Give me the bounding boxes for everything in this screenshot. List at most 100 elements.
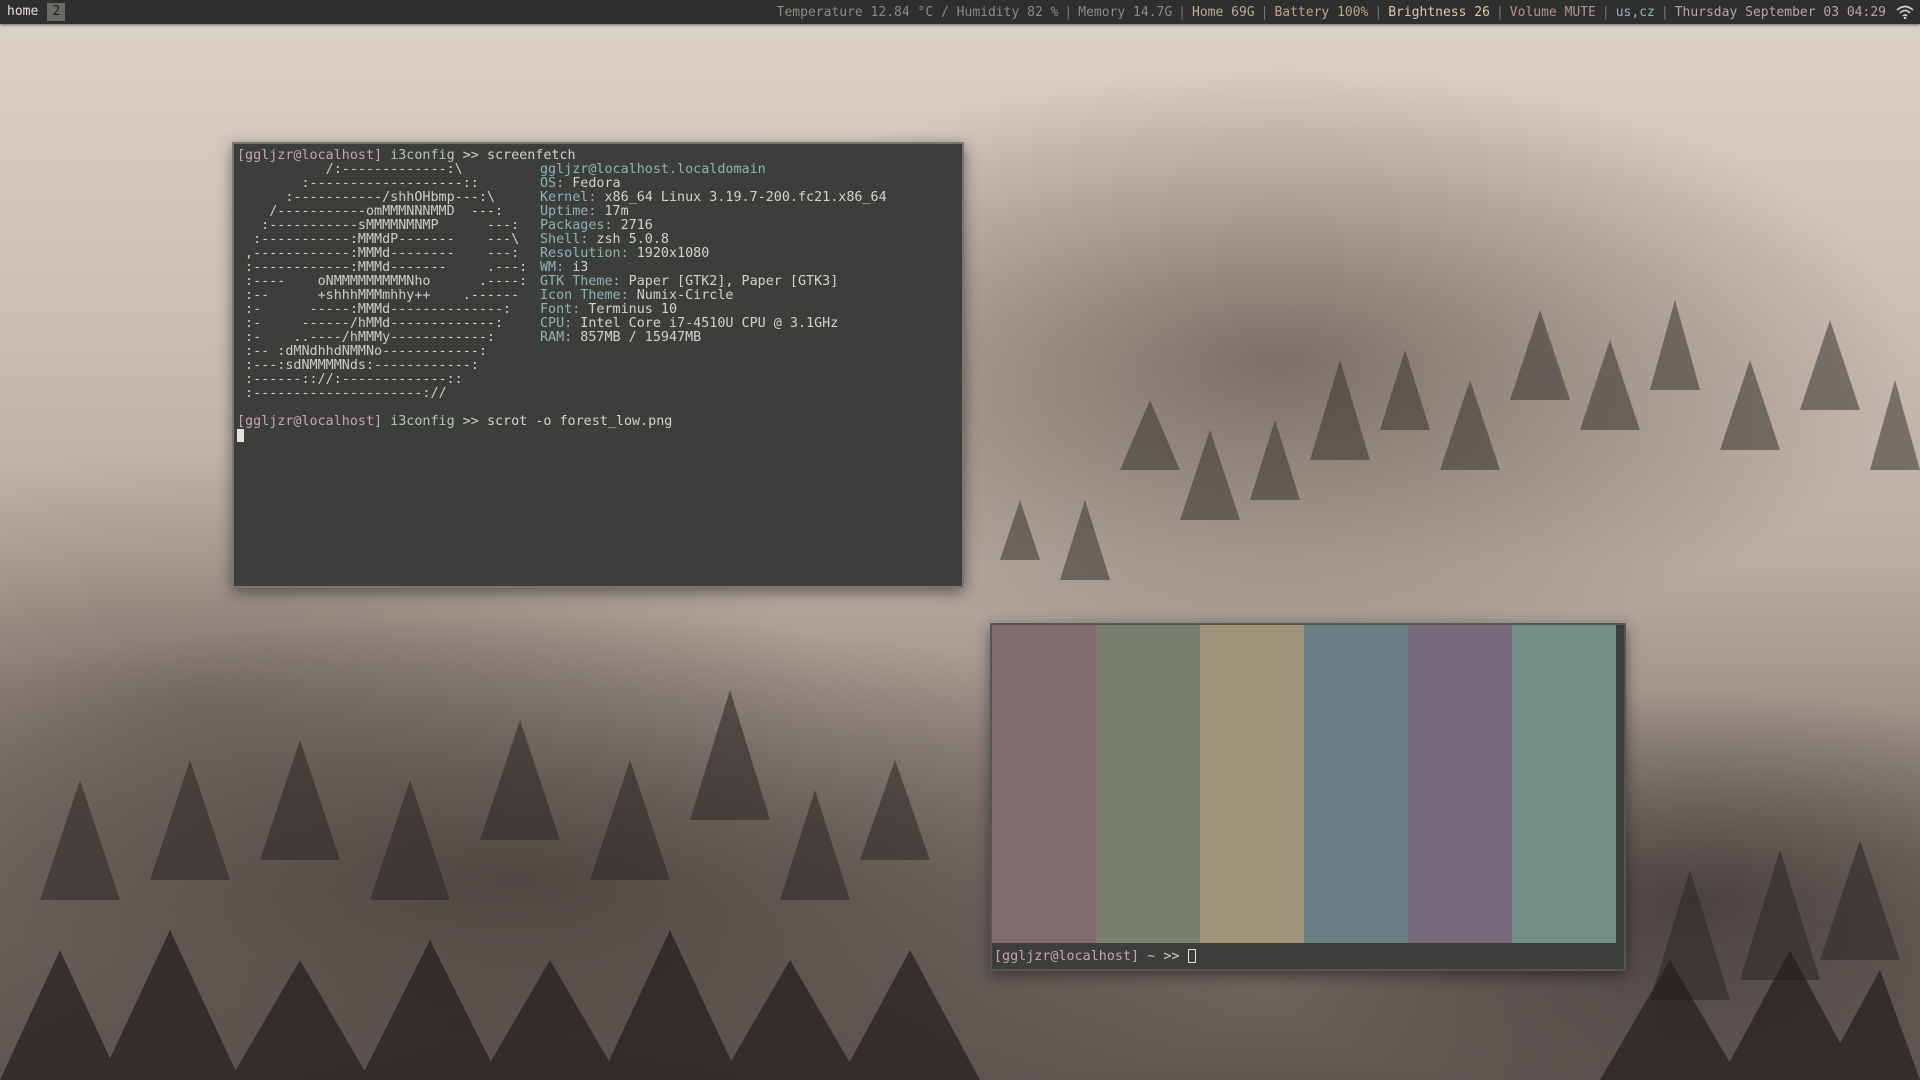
- color-swatch: [1512, 625, 1616, 943]
- humidity-text: Humidity 82 %: [956, 4, 1059, 20]
- separator: |: [1495, 4, 1504, 20]
- temperature-status: Temperature 12.84 °C / Humidity 82 %: [771, 5, 1065, 20]
- info-value: 17m: [596, 204, 629, 219]
- info-value: Fedora: [564, 176, 621, 191]
- ascii-logo-line: :-- +shhhMMMmhhy++ .------: [237, 288, 520, 303]
- workspace-home[interactable]: home: [0, 0, 45, 24]
- separator: |: [1064, 4, 1073, 20]
- cursor-line: [237, 429, 244, 444]
- ascii-logo-line: :------:://:-------------::: [237, 372, 463, 387]
- info-value: 857MB / 15947MB: [572, 330, 702, 345]
- prompt-dir: i3config: [390, 148, 455, 163]
- color-swatch: [1096, 625, 1200, 943]
- ascii-logo-line: :-----------:MMMdP------- ---\: [237, 232, 520, 247]
- info-row: CPU: Intel Core i7-4510U CPU @ 3.1GHz: [540, 317, 838, 331]
- text-cursor: [237, 429, 244, 442]
- info-value: 2716: [612, 218, 653, 233]
- info-value: Numix-Circle: [628, 288, 734, 303]
- info-key: Kernel:: [540, 190, 597, 205]
- prompt-dir: ~: [1147, 949, 1156, 964]
- screenfetch-host: @localhost.localdomain: [588, 162, 766, 177]
- workspace-2[interactable]: 2: [47, 3, 66, 21]
- info-row: WM: i3: [540, 261, 588, 275]
- volume-status: Volume MUTE: [1509, 4, 1596, 20]
- info-row: Font: Terminus 10: [540, 303, 677, 317]
- info-key: Icon Theme:: [540, 288, 629, 303]
- info-key: Resolution:: [540, 246, 629, 261]
- info-value: Terminus 10: [580, 302, 678, 317]
- datetime-status: Thursday September 03 04:29: [1674, 4, 1886, 20]
- ascii-logo-line: :---:sdNMMMMNds:------------:: [237, 358, 479, 373]
- temperature-text: Temperature 12.84 °C: [776, 4, 934, 20]
- info-key: RAM:: [540, 330, 573, 345]
- info-row: Kernel: x86_64 Linux 3.19.7-200.fc21.x86…: [540, 191, 887, 205]
- info-value: zsh 5.0.8: [588, 232, 669, 247]
- ascii-logo-line: /-----------omMMMNNNMMD ---:: [237, 204, 504, 219]
- prompt-user: [ggljzr@localhost]: [994, 949, 1140, 964]
- info-row: Resolution: 1920x1080: [540, 247, 709, 261]
- info-row: Uptime: 17m: [540, 205, 629, 219]
- prompt-arrow: >>: [1163, 949, 1180, 964]
- userhost-line: ggljzr@localhost.localdomain: [540, 163, 766, 177]
- color-swatch: [1200, 625, 1304, 943]
- info-key: Font:: [540, 302, 581, 317]
- separator: |: [1660, 4, 1669, 20]
- separator: |: [1374, 4, 1383, 20]
- wifi-icon: [1896, 5, 1914, 19]
- info-value: Paper [GTK2], Paper [GTK3]: [620, 274, 839, 289]
- ascii-logo-line: :- -----:MMMd--------------:: [237, 302, 512, 317]
- ascii-logo-line: :---- oNMMMMMMMMMNho .----:: [237, 274, 528, 289]
- i3-status-bar: home 2 Temperature 12.84 °C / Humidity 8…: [0, 0, 1920, 24]
- prompt-user: [ggljzr@localhost]: [237, 148, 383, 163]
- separator: |: [1601, 4, 1610, 20]
- color-swatch: [992, 625, 1096, 943]
- info-row: GTK Theme: Paper [GTK2], Paper [GTK3]: [540, 275, 838, 289]
- memory-status: Memory 14.7G: [1078, 4, 1173, 20]
- workspace-list: home 2: [0, 0, 66, 24]
- ascii-logo-line: :-----------/shhOHbmp---:\: [237, 190, 495, 205]
- ascii-logo-line: :-----------sMMMMNMNMP ---:: [237, 218, 520, 233]
- info-row: RAM: 857MB / 15947MB: [540, 331, 701, 345]
- command-text: scrot -o forest_low.png: [486, 414, 673, 429]
- info-row: OS: Fedora: [540, 177, 621, 191]
- separator: |: [1260, 4, 1269, 20]
- info-value: i3: [564, 260, 589, 275]
- info-key: CPU:: [540, 316, 573, 331]
- keyboard-layout-status: us,cz: [1615, 4, 1655, 20]
- text-cursor: [1187, 949, 1196, 963]
- home-disk-status: Home 69G: [1192, 4, 1255, 20]
- color-swatch: [1408, 625, 1512, 943]
- prompt-arrow: >>: [462, 148, 479, 163]
- separator: |: [1178, 4, 1186, 20]
- prompt-user: [ggljzr@localhost]: [237, 414, 383, 429]
- terminal-window-screenfetch[interactable]: [ggljzr@localhost] i3config >> screenfet…: [232, 142, 964, 588]
- info-value: x86_64 Linux 3.19.7-200.fc21.x86_64: [596, 190, 887, 205]
- ascii-logo-line: :- ..----/hMMMy------------:: [237, 330, 495, 345]
- ascii-logo-line: :- ------/hMMd-------------:: [237, 316, 504, 331]
- battery-status: Battery 100%: [1274, 4, 1369, 20]
- temp-humidity-divider: /: [941, 4, 949, 20]
- info-key: OS:: [540, 176, 565, 191]
- ascii-logo-line: :---------------------://: [237, 386, 447, 401]
- ascii-logo-line: :------------:MMMd------- .---:: [237, 260, 528, 275]
- prompt-line-2: [ggljzr@localhost] i3config >> scrot -o …: [237, 415, 672, 429]
- info-row: Shell: zsh 5.0.8: [540, 233, 669, 247]
- info-key: GTK Theme:: [540, 274, 621, 289]
- command-text: screenfetch: [486, 148, 576, 163]
- ascii-logo-line: ,------------:MMMd-------- ---:: [237, 246, 520, 261]
- info-value: 1920x1080: [628, 246, 710, 261]
- info-key: Uptime:: [540, 204, 597, 219]
- color-palette: [992, 625, 1616, 943]
- terminal-window-colors[interactable]: [ggljzr@localhost] ~ >>: [990, 623, 1626, 971]
- info-key: Packages:: [540, 218, 613, 233]
- info-row: Packages: 2716: [540, 219, 653, 233]
- brightness-status: Brightness 26: [1388, 4, 1490, 20]
- info-row: Icon Theme: Numix-Circle: [540, 289, 734, 303]
- status-blocks: Temperature 12.84 °C / Humidity 82 % | M…: [771, 0, 1920, 24]
- info-key: WM:: [540, 260, 565, 275]
- ascii-logo-line: :-------------------::: [237, 176, 479, 191]
- color-swatch: [1304, 625, 1408, 943]
- info-value: Intel Core i7-4510U CPU @ 3.1GHz: [572, 316, 839, 331]
- prompt-line: [ggljzr@localhost] ~ >>: [994, 949, 1196, 964]
- ascii-logo-line: /:-------------:\: [237, 162, 463, 177]
